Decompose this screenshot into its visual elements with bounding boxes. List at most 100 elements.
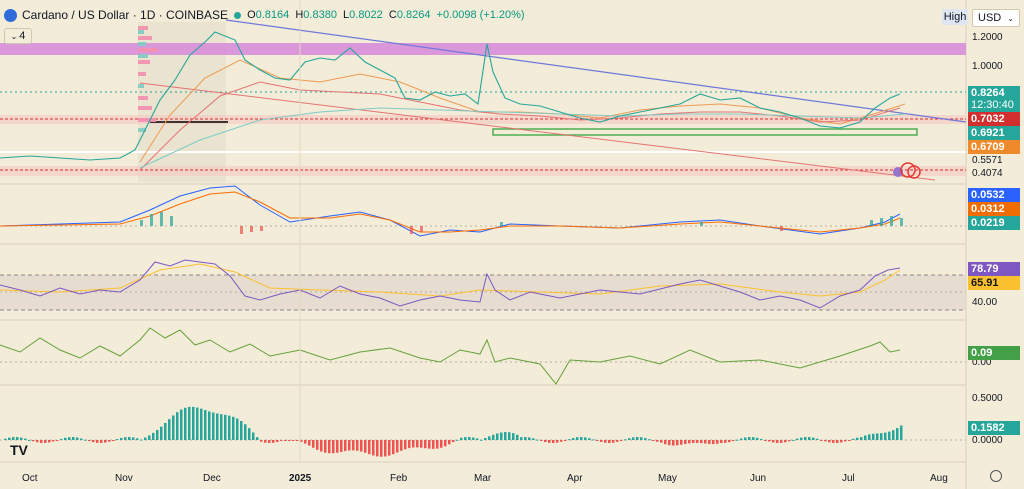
ao-bar [792, 439, 795, 441]
ao-bar [824, 440, 827, 442]
ao-bar [868, 434, 871, 440]
ao-bar [452, 440, 455, 443]
chart-canvas[interactable] [0, 0, 1024, 489]
ao-bar [596, 440, 599, 441]
ao-bar [280, 440, 283, 441]
ao-bar [208, 411, 211, 440]
ao-bar [60, 438, 63, 440]
ao-bar [432, 440, 435, 449]
ao-bar [644, 438, 647, 440]
price-label: 0.5571 [972, 155, 1003, 166]
ao-bar [780, 440, 783, 443]
support-zone-bottom [0, 166, 966, 176]
ao-bar [292, 440, 295, 441]
ao-bar [580, 437, 583, 440]
ao-bar [652, 440, 655, 441]
ao-bar [632, 437, 635, 440]
ao-bar [4, 438, 7, 440]
ao-bar [880, 433, 883, 440]
settings-gear-icon[interactable] [990, 470, 1002, 482]
macd-tag: 0.0532 [968, 188, 1020, 202]
ao-bar [276, 440, 279, 443]
ao-bar [636, 437, 639, 440]
ao-bar [892, 430, 895, 440]
tradingview-logo-icon: TV [10, 442, 28, 458]
ao-bar [576, 437, 579, 440]
ao-bar [28, 439, 31, 441]
ao-bar [500, 432, 503, 440]
ao-bar [692, 440, 695, 443]
ao-bar [688, 440, 691, 444]
ao-bar [176, 412, 179, 440]
market-status-icon [234, 11, 242, 19]
ao-bar [368, 440, 371, 455]
ao-bar [100, 440, 103, 443]
ao-bar [672, 440, 675, 446]
ao-bar [76, 437, 79, 440]
ao-bar [884, 432, 887, 440]
time-label: Apr [567, 473, 583, 484]
ao-bar [24, 438, 27, 440]
macd-pane [0, 185, 966, 237]
ao-bar [252, 432, 255, 440]
ao-bar [332, 440, 335, 454]
ao-bar [716, 440, 719, 444]
ao-bar [592, 439, 595, 441]
ao-bar [136, 438, 139, 440]
ao-bar [8, 437, 11, 440]
ao-bar [248, 428, 251, 440]
last-price-tag: 0.8264 12:30:40 [968, 86, 1020, 112]
ao-bar [180, 409, 183, 440]
ao-bar [112, 440, 115, 441]
ao-bar [864, 435, 867, 440]
ao-bar [468, 437, 471, 440]
high-button[interactable]: High [942, 9, 968, 25]
ao-bar [220, 414, 223, 440]
ao-bar [360, 440, 363, 452]
ao-bar [508, 432, 511, 440]
ao-bar [772, 440, 775, 443]
ohlc-values: O0.8164 H0.8380 L0.8022 C0.8264 +0.0098 … [247, 9, 525, 21]
ao-bar [476, 438, 479, 440]
ao-bar [304, 440, 307, 444]
ao-bar [752, 437, 755, 440]
ao-bar [420, 440, 423, 448]
ao-bar [132, 437, 135, 440]
ao-bar [408, 440, 411, 449]
ao-bar [524, 437, 527, 440]
ao-bar [876, 433, 879, 440]
ao-bar [732, 440, 735, 442]
time-label: Feb [390, 473, 408, 484]
ao-bar [264, 440, 267, 443]
osc-tag: 0.09 [968, 346, 1020, 360]
ao-bar [660, 440, 663, 443]
chevron-down-icon: ⌄ [10, 31, 18, 41]
ao-bar [372, 440, 375, 456]
ao-bar [516, 434, 519, 440]
currency-select[interactable]: USD ⌄ [972, 9, 1020, 27]
indicators-toggle[interactable]: ⌄ 4 [4, 28, 32, 44]
ao-bar [92, 440, 95, 443]
ao-bar [588, 438, 591, 440]
symbol-title[interactable]: Cardano / US Dollar · 1D · COINBASE [22, 8, 228, 22]
rsi-pane [0, 259, 966, 311]
ao-bar [152, 432, 155, 440]
ao-bar [604, 440, 607, 443]
ao-bar [664, 440, 667, 445]
ao-bar [496, 433, 499, 440]
trendline-red [139, 82, 936, 181]
ao-bar [464, 437, 467, 440]
ao-bar [376, 440, 379, 457]
ao-bar [832, 440, 835, 443]
ao-bar [352, 440, 355, 451]
ma-level-tag: 0.6709 [968, 140, 1020, 154]
ao-bar [704, 440, 707, 444]
ao-bar [52, 440, 55, 442]
ao-axis-label: 0.0000 [972, 435, 1003, 446]
ao-pane [0, 406, 966, 457]
ao-bar [656, 440, 659, 442]
ao-bar [328, 440, 331, 454]
signal-tag: 0.0312 [968, 202, 1020, 216]
ao-bar [760, 438, 763, 440]
ao-bar [828, 440, 831, 443]
